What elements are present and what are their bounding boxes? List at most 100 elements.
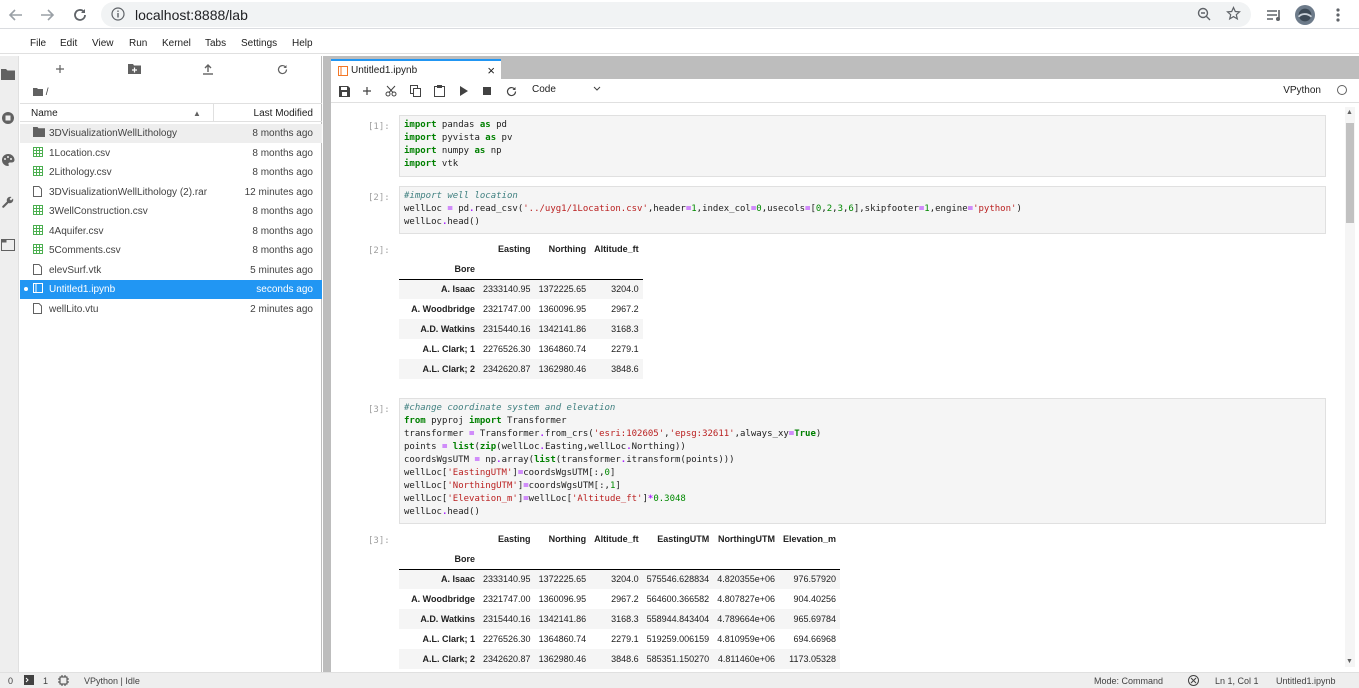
restart-icon[interactable] <box>504 84 518 98</box>
table-row: A.L. Clark; 1 2276526.30 1364860.74 2279.1 5… <box>399 629 840 649</box>
upload-button[interactable] <box>200 62 216 76</box>
file-row[interactable]: 3DVisualizationWellLithology (2).rar 12 m… <box>20 183 322 202</box>
insert-cell-icon[interactable] <box>360 84 374 98</box>
forward-button[interactable] <box>37 5 57 25</box>
running-kernels-icon[interactable] <box>1 111 15 125</box>
scroll-up-icon[interactable]: ▲ <box>1346 109 1353 116</box>
zoom-icon[interactable] <box>1197 7 1211 24</box>
file-row[interactable]: wellLito.vtu 2 minutes ago <box>20 300 322 319</box>
sort-up-icon: ▲ <box>193 109 201 118</box>
file-name: 5Comments.csv <box>49 245 121 256</box>
info-icon[interactable] <box>111 7 125 24</box>
spreadsheet-icon <box>33 166 44 177</box>
file-icon <box>33 185 44 197</box>
file-row[interactable]: 2Lithology.csv 8 months ago <box>20 163 322 182</box>
browser-menu-icon[interactable] <box>1328 5 1348 25</box>
scrollbar-thumb[interactable] <box>1346 123 1354 223</box>
tabs-icon[interactable] <box>1 239 15 253</box>
table-cell: 564600.366582 <box>646 594 710 604</box>
menu-view[interactable]: View <box>92 38 114 49</box>
row-index: A.L. Clark; 1 <box>422 344 475 354</box>
terminal-icon[interactable] <box>24 675 34 687</box>
menu-tabs[interactable]: Tabs <box>205 38 226 49</box>
tab-untitled1[interactable]: Untitled1.ipynb × <box>331 59 501 80</box>
profile-avatar[interactable] <box>1295 5 1315 25</box>
table-cell: 3848.6 <box>611 654 639 664</box>
table-row: A. Woodbridge 2321747.00 1360096.95 2967.2 <box>399 299 643 319</box>
file-row[interactable]: 1Location.csv 8 months ago <box>20 144 322 163</box>
kernel-status-text[interactable]: VPython | Idle <box>84 676 140 686</box>
status-zero[interactable]: 0 <box>8 676 13 686</box>
menu-edit[interactable]: Edit <box>60 38 77 49</box>
new-launcher-button[interactable] <box>52 62 68 76</box>
table-row: A.D. Watkins 2315440.16 1342141.86 3168.3 <box>399 319 643 339</box>
file-row[interactable]: elevSurf.vtk 5 minutes ago <box>20 261 322 280</box>
file-name: 3DVisualizationWellLithology <box>49 128 178 139</box>
table-cell: 2967.2 <box>611 304 639 314</box>
kernel-usage-icon[interactable] <box>58 675 69 688</box>
column-modified-header[interactable]: Last Modified <box>254 108 313 119</box>
output-prompt: [2]: <box>368 246 390 256</box>
file-modified: 8 months ago <box>252 147 313 159</box>
file-row[interactable]: 3WellConstruction.csv 8 months ago <box>20 202 322 221</box>
table-row: A. Isaac 2333140.95 1372225.65 3204.0 <box>399 279 643 299</box>
file-row[interactable]: Untitled1.ipynb seconds ago <box>20 280 322 299</box>
breadcrumb-root[interactable]: / <box>46 87 49 98</box>
paste-icon[interactable] <box>432 84 446 98</box>
dock-tabbar: Untitled1.ipynb × <box>323 56 1359 80</box>
code-cell[interactable]: #change coordinate system and elevation … <box>399 398 1326 524</box>
code-cell[interactable]: import pandas as pd import pyvista as pv… <box>399 115 1326 177</box>
reload-button[interactable] <box>70 5 90 25</box>
cell-type-dropdown[interactable]: Code <box>532 84 601 95</box>
table-cell: 2342620.87 <box>483 364 531 374</box>
mode-indicator[interactable]: Mode: Command <box>1094 676 1163 686</box>
row-index: A. Isaac <box>440 284 475 295</box>
folder-icon[interactable] <box>1 68 15 82</box>
menu-file[interactable]: File <box>30 38 46 49</box>
wrench-icon[interactable] <box>1 195 15 209</box>
menu-help[interactable]: Help <box>292 38 313 49</box>
status-one[interactable]: 1 <box>43 676 48 686</box>
left-activity-bar <box>0 56 19 672</box>
bookmark-star-icon[interactable] <box>1226 6 1241 24</box>
stop-icon[interactable] <box>480 84 494 98</box>
new-folder-button[interactable] <box>126 62 142 76</box>
column-divider[interactable] <box>213 104 214 122</box>
code-cell[interactable]: #import well location wellLoc = pd.read_… <box>399 186 1326 234</box>
scroll-down-icon[interactable]: ▼ <box>1346 658 1353 665</box>
dataframe-output: Easting Northing Altitude_ft Bore A. Isa… <box>399 239 643 379</box>
palette-icon[interactable] <box>1 153 15 167</box>
notebook-scrollbar[interactable]: ▲ ▼ <box>1345 107 1355 667</box>
table-row: A.L. Clark; 2 2342620.87 1362980.46 3848.6 5… <box>399 649 841 669</box>
table-cell: 2276526.30 <box>483 634 531 644</box>
cursor-position[interactable]: Ln 1, Col 1 <box>1215 676 1259 686</box>
kernel-name[interactable]: VPython <box>1283 85 1321 96</box>
file-row[interactable]: 4Aquifer.csv 8 months ago <box>20 222 322 241</box>
file-row[interactable]: 3DVisualizationWellLithology 8 months ago <box>20 124 322 143</box>
column-name-header[interactable]: Name <box>31 108 58 119</box>
menu-settings[interactable]: Settings <box>241 38 277 49</box>
file-browser: / Name ▲ Last Modified 3DVisualizationWe… <box>20 56 322 672</box>
cut-icon[interactable] <box>384 84 398 98</box>
run-icon[interactable] <box>457 84 471 98</box>
menu-run[interactable]: Run <box>129 38 147 49</box>
file-row[interactable]: 5Comments.csv 8 months ago <box>20 241 322 260</box>
column-header: Altitude_ft <box>594 244 639 254</box>
table-cell: 1364860.74 <box>538 634 587 644</box>
copy-icon[interactable] <box>408 84 422 98</box>
back-button[interactable] <box>6 5 26 25</box>
column-header: EastingUTM <box>657 534 710 544</box>
media-control-icon[interactable] <box>1264 5 1284 25</box>
refresh-button[interactable] <box>274 62 290 76</box>
table-cell: 3204.0 <box>611 284 639 295</box>
address-bar[interactable]: localhost:8888/lab <box>101 2 1251 27</box>
breadcrumb[interactable]: / <box>33 87 49 98</box>
save-icon[interactable] <box>337 84 351 98</box>
menu-kernel[interactable]: Kernel <box>162 38 191 49</box>
row-index: A.D. Watkins <box>420 324 475 334</box>
debugger-icon[interactable] <box>1188 675 1199 688</box>
row-index: A. Woodbridge <box>411 304 475 314</box>
close-icon[interactable]: × <box>487 63 495 78</box>
file-modified: 8 months ago <box>252 128 313 139</box>
row-index: A.L. Clark; 2 <box>422 654 475 664</box>
